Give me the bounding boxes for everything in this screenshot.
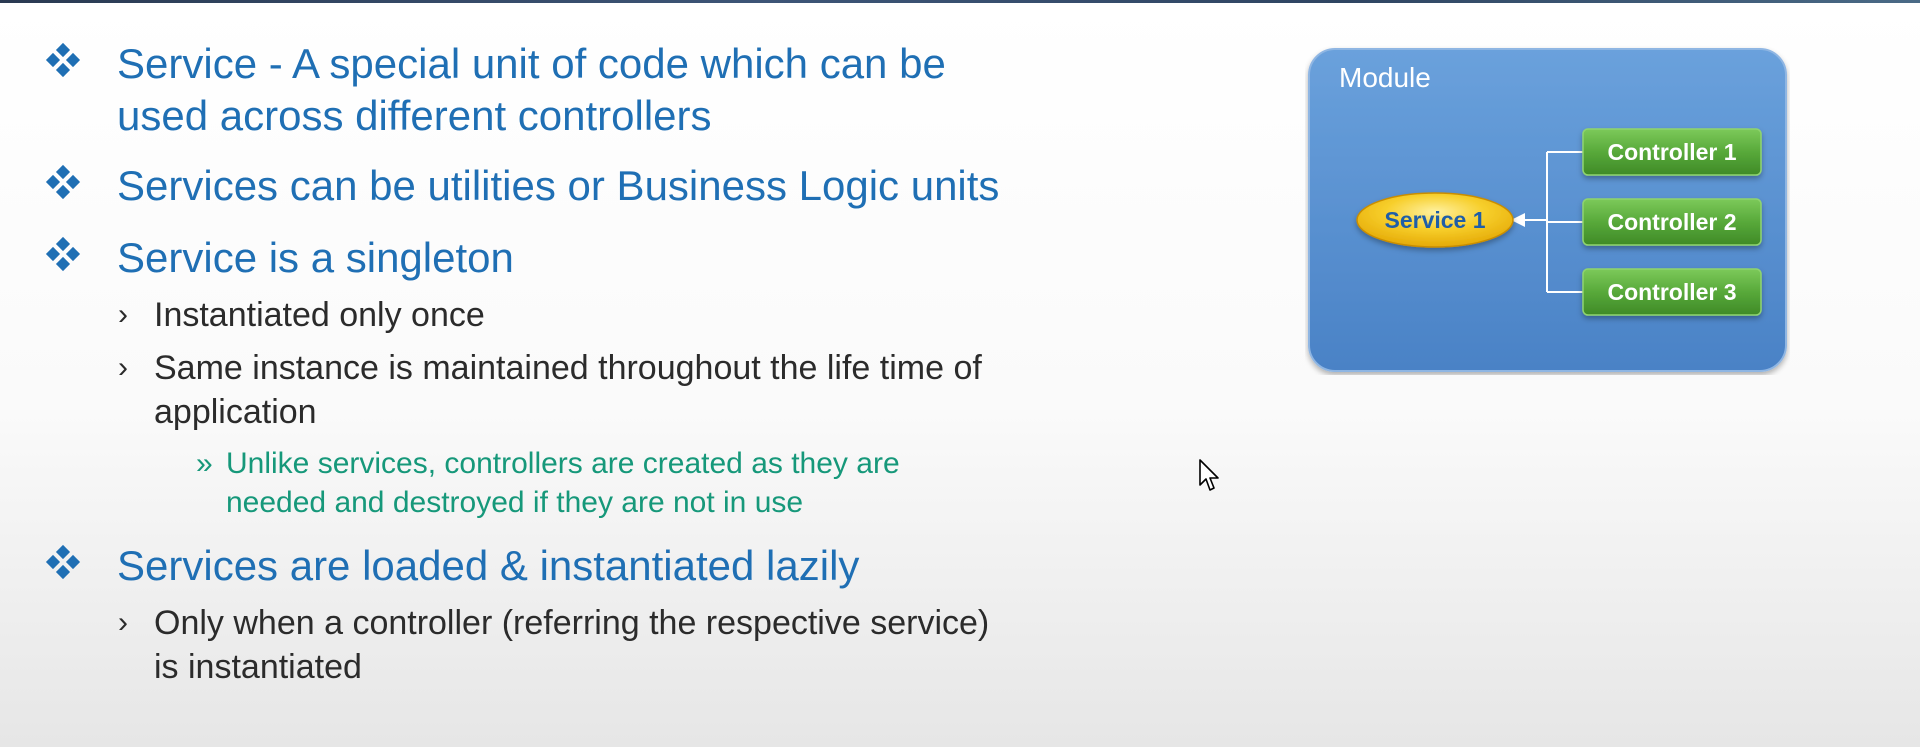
module-diagram: Module Service 1 Controller 1 Controller… — [1308, 48, 1787, 372]
bullet-text-line: Services can be utilities or Business Lo… — [117, 162, 1000, 209]
chevron-right-icon: › — [118, 606, 128, 639]
diamond-bullet-icon — [45, 164, 81, 200]
diamond-bullet-icon — [45, 236, 81, 272]
bullet-text-line: used across different controllers — [117, 92, 712, 139]
diamond-bullet-icon — [45, 42, 81, 78]
chevron-right-icon: › — [118, 351, 128, 384]
diamond-bullet-icon — [45, 544, 81, 580]
sub-bullet-text-line: Only when a controller (referring the re… — [154, 604, 990, 642]
note-text-line: Unlike services, controllers are created… — [226, 447, 900, 480]
bullet-text-line: Service - A special unit of code which c… — [117, 40, 946, 87]
sub-bullet-text-line: application — [154, 393, 317, 431]
controller-label: Controller 2 — [1607, 209, 1736, 235]
sub-bullet-text-line: Same instance is maintained throughout t… — [154, 349, 982, 387]
bullet-text-line: Service is a singleton — [117, 234, 514, 281]
service-label: Service 1 — [1384, 207, 1485, 233]
mouse-cursor-icon — [1199, 459, 1219, 491]
chevron-right-icon: › — [118, 298, 128, 331]
module-label: Module — [1339, 62, 1431, 93]
double-chevron-right-icon: » — [196, 447, 213, 480]
controller-label: Controller 3 — [1607, 279, 1736, 305]
controller-label: Controller 1 — [1607, 139, 1736, 165]
slide-top-bar — [0, 0, 1920, 3]
note-text-line: needed and destroyed if they are not in … — [226, 486, 804, 519]
sub-bullet-text-line: Instantiated only once — [154, 296, 485, 334]
sub-bullet-text-line: is instantiated — [154, 648, 362, 686]
bullet-text-line: Services are loaded & instantiated lazil… — [117, 542, 860, 589]
